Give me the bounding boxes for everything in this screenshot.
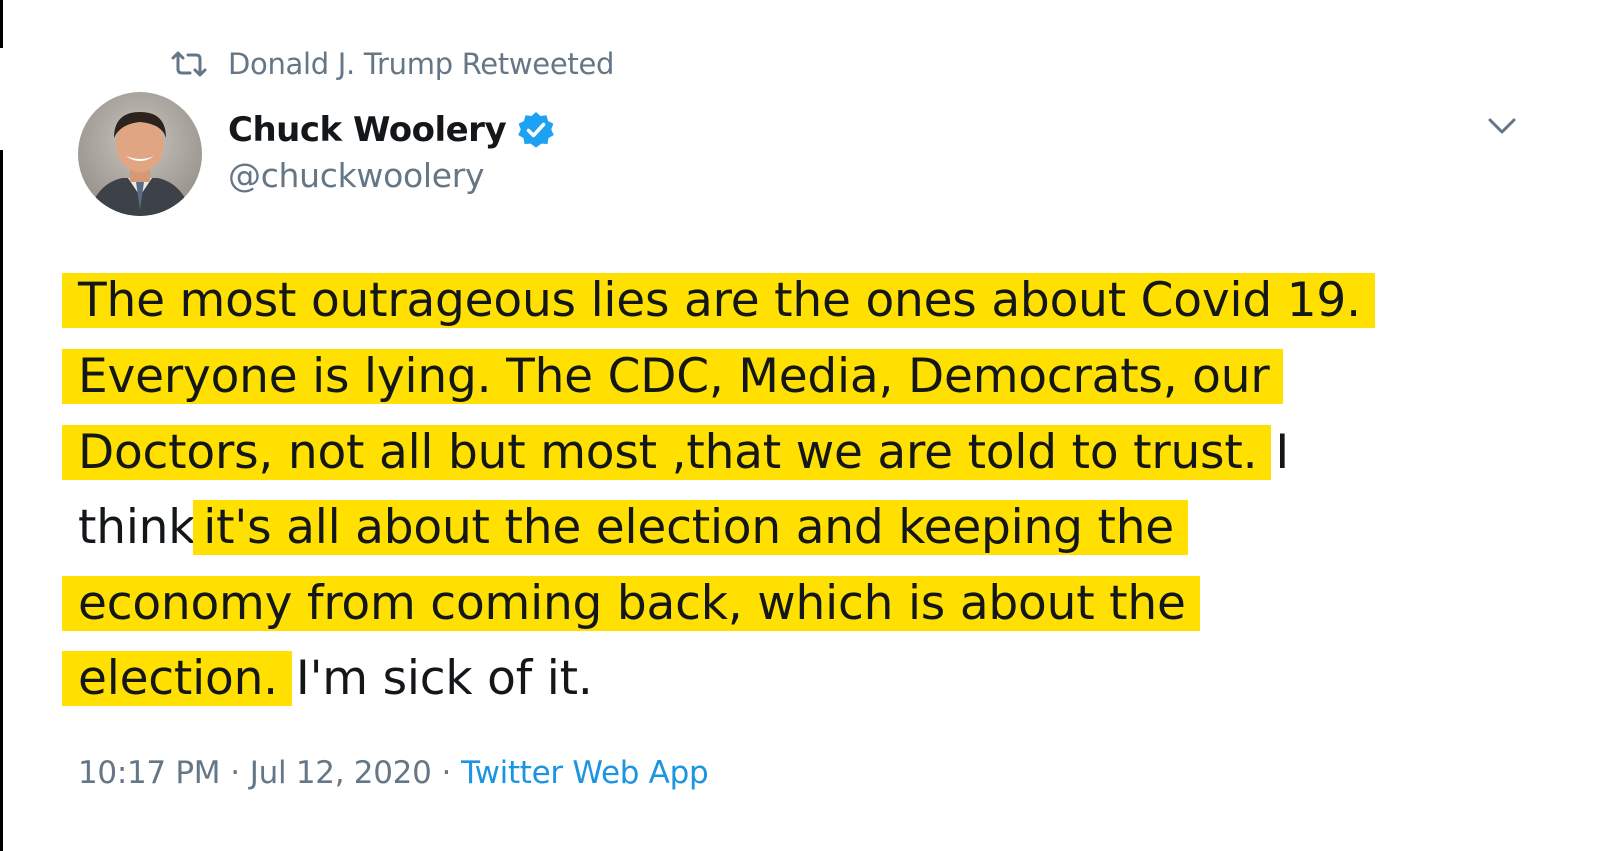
tweet-line: election. I'm sick of it.	[62, 640, 597, 718]
tweet-line: economy from coming back, which is about…	[62, 565, 1200, 643]
retweet-context[interactable]: Donald J. Trump Retweeted	[170, 44, 614, 84]
highlighted-text: it's all about the election and keeping …	[193, 500, 1189, 555]
retweet-label: Donald J. Trump Retweeted	[228, 47, 615, 81]
tweet-line: Everyone is lying. The CDC, Media, Democ…	[62, 338, 1284, 416]
plain-text: I	[1275, 425, 1289, 480]
avatar[interactable]	[78, 92, 202, 216]
author-name-row[interactable]: Chuck Woolery	[228, 104, 556, 156]
author-display-name[interactable]: Chuck Woolery	[228, 110, 507, 150]
tweet-source-link[interactable]: Twitter Web App	[461, 755, 709, 791]
verified-badge-icon	[518, 112, 554, 148]
meta-separator: ·	[230, 755, 240, 791]
highlighted-text: election.	[62, 651, 292, 706]
tweet-time[interactable]: 10:17 PM	[78, 755, 221, 791]
highlighted-text: economy from coming back, which is about…	[62, 576, 1200, 631]
tweet-line: Doctors, not all but most ,that we are t…	[62, 414, 1293, 492]
avatar-image	[78, 92, 202, 216]
retweet-icon	[171, 51, 207, 77]
tweet-menu-button[interactable]	[1482, 108, 1522, 144]
meta-separator: ·	[441, 755, 452, 791]
plain-text: think	[78, 500, 196, 555]
tweet-line: think it's all about the election and kee…	[78, 489, 1189, 567]
tweet-meta: 10:17 PM · Jul 12, 2020 · Twitter Web Ap…	[78, 750, 709, 796]
chevron-down-icon	[1488, 118, 1516, 134]
author-handle[interactable]: @chuckwoolery	[228, 156, 485, 195]
tweet-line: The most outrageous lies are the ones ab…	[62, 262, 1375, 340]
plain-text: I'm sick of it.	[295, 651, 593, 706]
highlighted-text: Everyone is lying. The CDC, Media, Democ…	[62, 349, 1284, 404]
highlighted-text: The most outrageous lies are the ones ab…	[62, 273, 1375, 328]
tweet-date[interactable]: Jul 12, 2020	[250, 755, 432, 791]
highlighted-text: Doctors, not all but most ,that we are t…	[62, 425, 1272, 480]
left-border-top	[0, 0, 3, 48]
left-border-bottom	[0, 150, 3, 851]
